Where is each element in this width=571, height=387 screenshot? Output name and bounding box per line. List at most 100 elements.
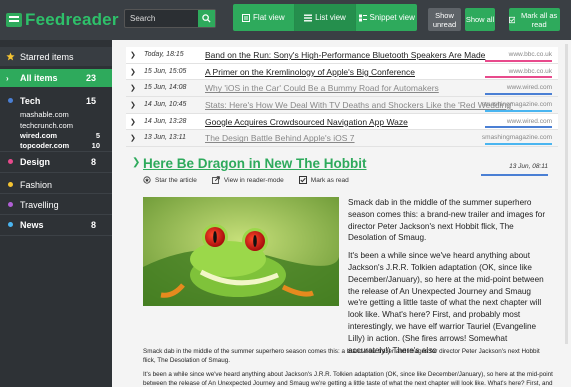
article-title[interactable]: Why 'iOS in the Car' Could Be a Bummy Ro… <box>205 83 439 93</box>
star-article-label: Star the article <box>155 176 197 184</box>
article-row[interactable]: ❯ 15 Jun, 15:05 A Primer on the Kremlino… <box>126 63 558 81</box>
article-row[interactable]: ❯ 14 Jun, 10:45 Stats: Here's How We Dea… <box>126 97 558 114</box>
article-date: 14 Jun, 13:28 <box>144 117 187 125</box>
article-title[interactable]: Band on the Run: Sony's High-Performance… <box>205 50 485 60</box>
sidebar-divider <box>0 193 112 194</box>
chevron-right-icon: ❯ <box>130 118 136 126</box>
sidebar-item-label: Travelling <box>20 199 59 210</box>
category-color-bar <box>485 76 552 79</box>
sidebar: Starred items › All items 23 Tech 15 mas… <box>0 40 112 387</box>
sidebar-divider <box>0 151 112 152</box>
chevron-right-icon: ❯ <box>130 68 136 76</box>
sidebar-item-label: Fashion <box>20 179 53 190</box>
sidebar-item-tech[interactable]: Tech 15 <box>0 92 112 109</box>
view-switcher: Flat view List view Snippet view <box>233 4 417 31</box>
article-source: www.bbc.co.uk <box>508 51 552 58</box>
category-color-bar <box>481 174 548 176</box>
checkbox-icon <box>298 176 307 184</box>
star-article-button[interactable]: Star the article <box>143 176 197 184</box>
category-color-bar <box>485 93 552 96</box>
category-color-bar <box>485 59 552 62</box>
article-body: Smack dab in the middle of the summer su… <box>348 197 548 362</box>
sidebar-source-mashable[interactable]: mashable.com <box>20 110 100 119</box>
category-dot <box>8 159 13 164</box>
category-dot <box>8 202 13 207</box>
sidebar-source-topcoder[interactable]: topcoder.com 10 <box>20 141 100 150</box>
article-source: smashingmagazine.com <box>481 134 552 142</box>
article-source: www.wired.com <box>506 117 552 125</box>
article-body-wide: Smack dab in the middle of the summer su… <box>143 348 553 387</box>
sidebar-item-label: Tech <box>20 95 41 106</box>
article-title[interactable]: Google Acquires Crowdsourced Navigation … <box>205 117 408 127</box>
article-actions: Star the article View in reader-mode Mar… <box>143 176 349 184</box>
star-outline-icon <box>143 176 151 184</box>
chevron-down-icon[interactable]: ❯ <box>132 157 140 168</box>
scrollbar[interactable] <box>565 44 568 344</box>
sidebar-source-techcrunch[interactable]: techcrunch.com <box>20 121 100 130</box>
app-title: Feedreader <box>25 10 119 29</box>
open-article: ❯ Here Be Dragon in New The Hobbit 13 Ju… <box>126 150 558 387</box>
show-all-button[interactable]: Show all <box>465 8 495 31</box>
article-row[interactable]: ❯ 15 Jun, 14:08 Why 'iOS in the Car' Cou… <box>126 80 558 98</box>
category-dot <box>8 222 13 227</box>
flat-view-icon <box>242 13 251 22</box>
top-bar: Feedreader Flat view List view Snippet v… <box>0 0 571 40</box>
article-source: www.wired.com <box>506 84 552 92</box>
article-row[interactable]: ❯ 13 Jun, 13:11 The Design Battle Behind… <box>126 130 558 148</box>
category-dot <box>8 98 13 103</box>
list-view-label: List view <box>315 13 346 22</box>
sidebar-item-all-items[interactable]: › All items 23 <box>0 69 112 87</box>
article-source: smashingmagazine.com <box>481 101 552 109</box>
article-source: www.bbc.co.uk <box>508 67 552 75</box>
article-title[interactable]: Stats: Here's How We Deal With TV Deaths… <box>205 100 513 110</box>
article-paragraph: It's been a while since we've heard anyt… <box>143 371 553 387</box>
category-color-bar <box>485 109 552 112</box>
chevron-right-icon: ❯ <box>130 102 136 110</box>
article-paragraph: Smack dab in the middle of the summer su… <box>348 198 546 243</box>
snippet-view-icon <box>358 14 367 21</box>
category-dot <box>8 182 13 187</box>
external-link-icon <box>211 176 220 184</box>
search-input[interactable] <box>125 10 198 27</box>
mark-read-button[interactable]: Mark as read <box>298 176 349 184</box>
snippet-view-label: Snippet view <box>369 13 415 22</box>
article-date: Today, 18:15 <box>144 51 184 58</box>
flat-view-button[interactable]: Flat view <box>233 4 295 31</box>
sidebar-item-label: Starred items <box>20 51 74 62</box>
app-logo[interactable]: Feedreader <box>6 10 119 30</box>
search-icon <box>202 14 211 23</box>
chevron-right-icon: ❯ <box>130 85 136 93</box>
sidebar-source-wired[interactable]: wired.com 5 <box>20 131 100 140</box>
sidebar-divider <box>0 172 112 173</box>
article-row[interactable]: ❯ Today, 18:15 Band on the Run: Sony's H… <box>126 47 558 64</box>
mark-all-read-button[interactable]: Mark all as read <box>509 8 560 31</box>
sidebar-item-fashion[interactable]: Fashion <box>0 176 112 193</box>
chevron-right-icon: ❯ <box>130 135 136 143</box>
reader-mode-button[interactable]: View in reader-mode <box>211 176 284 184</box>
sidebar-item-count: 23 <box>85 73 96 83</box>
chevron-right-icon: › <box>6 73 9 83</box>
sidebar-item-news[interactable]: News 8 <box>0 216 112 233</box>
sidebar-item-travelling[interactable]: Travelling <box>0 196 112 213</box>
sidebar-item-design[interactable]: Design 8 <box>0 153 112 170</box>
source-count: 5 <box>95 131 100 140</box>
article-paragraph: It's been a while since we've heard anyt… <box>348 251 544 355</box>
list-view-button[interactable]: List view <box>294 4 357 31</box>
list-view-icon <box>304 14 313 21</box>
article-title[interactable]: A Primer on the Kremlinology of Apple's … <box>205 67 415 77</box>
article-row[interactable]: ❯ 14 Jun, 13:28 Google Acquires Crowdsou… <box>126 113 558 131</box>
sidebar-item-label: News <box>20 219 44 230</box>
show-unread-button[interactable]: Show unread <box>428 8 461 31</box>
sidebar-item-starred[interactable]: Starred items <box>0 47 112 66</box>
article-title[interactable]: The Design Battle Behind Apple's iOS 7 <box>205 133 355 143</box>
snippet-view-button[interactable]: Snippet view <box>356 4 417 31</box>
reader-mode-label: View in reader-mode <box>223 176 284 184</box>
category-color-bar <box>485 143 552 146</box>
article-date: 15 Jun, 15:05 <box>144 67 187 75</box>
article-list: ❯ Today, 18:15 Band on the Run: Sony's H… <box>126 47 558 148</box>
article-title[interactable]: Here Be Dragon in New The Hobbit <box>143 156 367 171</box>
article-date: 14 Jun, 10:45 <box>144 101 187 109</box>
sidebar-item-label: Design <box>20 156 51 167</box>
search-button[interactable] <box>198 10 215 27</box>
sidebar-divider <box>0 214 112 215</box>
